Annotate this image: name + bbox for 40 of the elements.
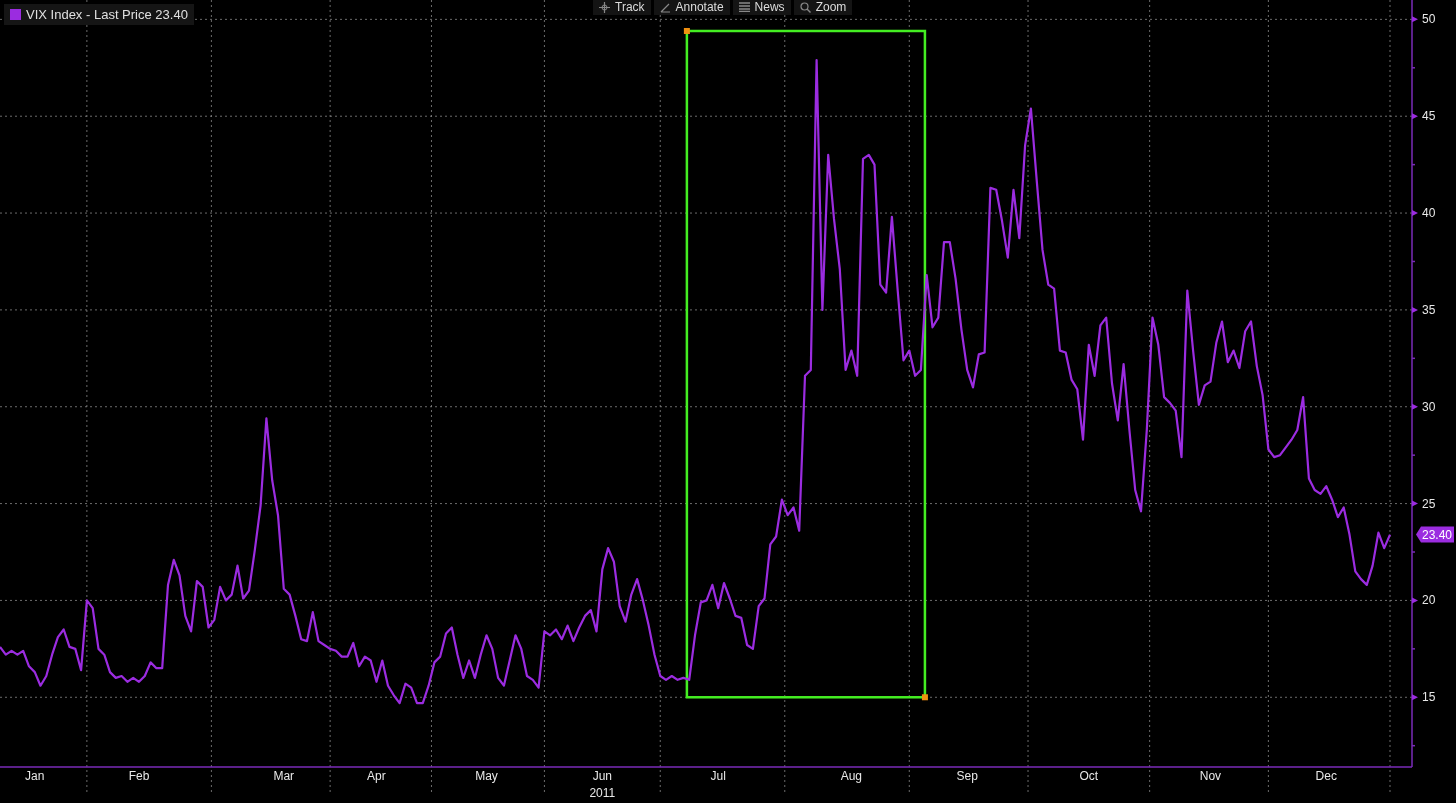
tick-mark: [1412, 113, 1418, 120]
axis-label: 45: [1422, 109, 1436, 124]
selection-rectangle[interactable]: [683, 28, 928, 701]
axis-label: May: [475, 769, 498, 783]
axis-label: Oct: [1079, 769, 1099, 783]
last-price-badge: 23.40: [1416, 526, 1454, 543]
axis-label: 15: [1422, 690, 1436, 705]
axis-label: Jan: [25, 769, 45, 783]
axis-label: Nov: [1199, 769, 1222, 783]
axis-label: Dec: [1315, 769, 1337, 783]
axis-title: 2011: [589, 786, 616, 800]
axis-label: 40: [1422, 206, 1436, 221]
axis-label: Sep: [956, 769, 978, 783]
axis-label: Aug: [840, 769, 863, 783]
toolbar-button[interactable]: Zoom: [793, 0, 853, 15]
pencil-icon: [659, 1, 671, 13]
tick-mark: [1412, 694, 1418, 701]
axis-label: 30: [1422, 399, 1436, 414]
axis-label: Jun: [592, 769, 612, 783]
axis-label: Feb: [128, 769, 150, 783]
tick-mark: [1412, 16, 1418, 23]
axis-label: 35: [1422, 302, 1436, 317]
search-icon: [799, 1, 811, 13]
axis-label: 20: [1422, 593, 1436, 608]
toolbar-button[interactable]: News: [732, 0, 791, 15]
axis-label: Apr: [367, 769, 386, 783]
toolbar-button[interactable]: Track: [593, 0, 651, 15]
tick-mark: [1412, 500, 1418, 507]
axis-label: 50: [1422, 12, 1436, 27]
toolbar-button[interactable]: Annotate: [653, 0, 730, 15]
tick-mark: [1412, 597, 1418, 604]
crosshair-icon: [599, 1, 610, 13]
axis-label: Jul: [710, 769, 726, 783]
axis-label: 25: [1422, 496, 1436, 511]
news-icon: [738, 2, 750, 12]
axis-label: Mar: [273, 769, 295, 783]
tick-mark: [1412, 210, 1418, 217]
tick-mark: [1412, 306, 1418, 313]
legend-label: VIX Index - Last Price 23.40: [26, 7, 188, 22]
tick-mark: [1412, 403, 1418, 410]
